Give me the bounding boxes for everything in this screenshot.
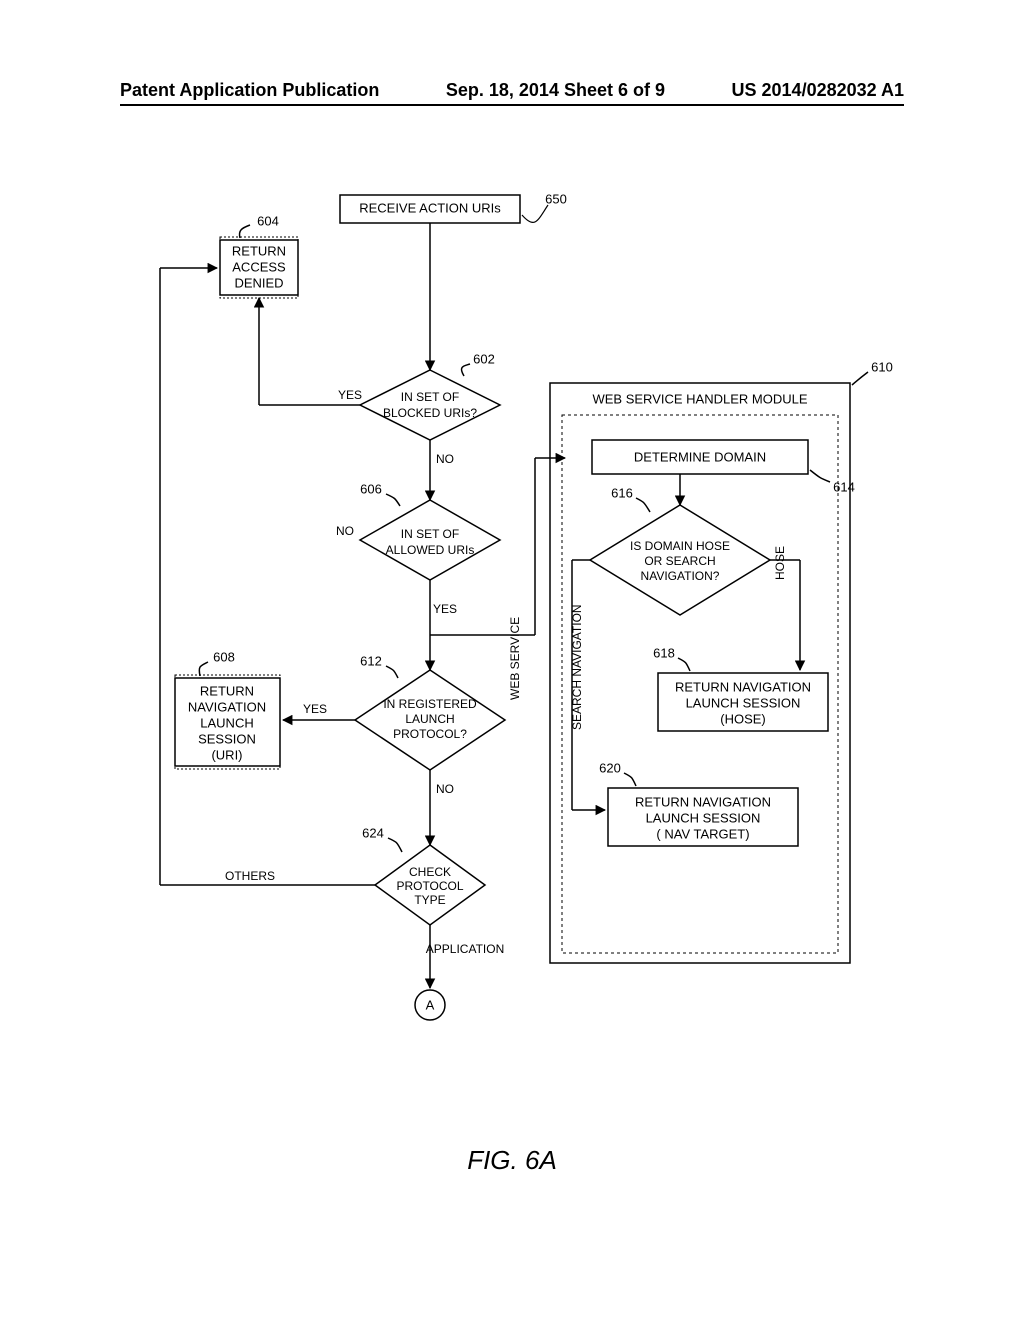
page: Patent Application Publication Sep. 18, …: [0, 0, 1024, 1320]
dec-602-l1: IN SET OF: [401, 390, 459, 404]
dec-624-l2: PROTOCOL: [396, 879, 463, 893]
box-620-l3: ( NAV TARGET): [656, 826, 749, 841]
box-610-text: WEB SERVICE HANDLER MODULE: [592, 391, 807, 406]
label-608: 608: [213, 649, 235, 664]
dec-616-l2: OR SEARCH: [644, 554, 715, 568]
label-624: 624: [362, 825, 384, 840]
box-604-l2: ACCESS: [232, 259, 286, 274]
label-620: 620: [599, 760, 621, 775]
branch-602-no: NO: [436, 452, 454, 466]
label-606: 606: [360, 481, 382, 496]
label-604: 604: [257, 213, 279, 228]
header-center: Sep. 18, 2014 Sheet 6 of 9: [446, 80, 665, 101]
header-left: Patent Application Publication: [120, 80, 379, 101]
header-right: US 2014/0282032 A1: [732, 80, 904, 101]
connector-a-text: A: [426, 997, 435, 1012]
dec-602-l2: BLOCKED URIs?: [383, 406, 477, 420]
dec-616-l1: IS DOMAIN HOSE: [630, 539, 730, 553]
label-650: 650: [545, 191, 567, 206]
label-610: 610: [871, 359, 893, 374]
branch-602-yes: YES: [338, 388, 362, 402]
box-618-l1: RETURN NAVIGATION: [675, 679, 811, 694]
branch-612-no: NO: [436, 782, 454, 796]
dec-612-l2: LAUNCH: [405, 712, 454, 726]
branch-606-no: NO: [336, 524, 354, 538]
box-604-l1: RETURN: [232, 243, 286, 258]
header-underline: [120, 104, 904, 106]
dec-612-l3: PROTOCOL?: [393, 727, 467, 741]
box-608-l1: RETURN: [200, 683, 254, 698]
label-612: 612: [360, 653, 382, 668]
flowchart-diagram: RECEIVE ACTION URIs 650 RETURN ACCESS DE…: [120, 180, 904, 1160]
box-614-text: DETERMINE DOMAIN: [634, 449, 766, 464]
box-618-l3: (HOSE): [720, 711, 766, 726]
dec-602: [360, 370, 500, 440]
box-620-l2: LAUNCH SESSION: [646, 810, 761, 825]
box-608-l3: LAUNCH: [200, 715, 253, 730]
box-618-l2: LAUNCH SESSION: [686, 695, 801, 710]
branch-web-service: WEB SERVICE: [508, 617, 522, 700]
label-618: 618: [653, 645, 675, 660]
dec-624-l1: CHECK: [409, 865, 451, 879]
branch-612-yes: YES: [303, 702, 327, 716]
label-602: 602: [473, 351, 495, 366]
dec-616-l3: NAVIGATION?: [641, 569, 720, 583]
dec-606-l1: IN SET OF: [401, 527, 459, 541]
box-608-l5: (URI): [211, 747, 242, 762]
branch-624-others: OTHERS: [225, 869, 275, 883]
box-608-l2: NAVIGATION: [188, 699, 266, 714]
header: Patent Application Publication Sep. 18, …: [0, 80, 1024, 101]
box-604-l3: DENIED: [234, 275, 283, 290]
box-620-l1: RETURN NAVIGATION: [635, 794, 771, 809]
branch-624-application: APPLICATION: [426, 942, 504, 956]
box-608-l4: SESSION: [198, 731, 256, 746]
dec-612-l1: IN REGISTERED: [383, 697, 477, 711]
box-650-text: RECEIVE ACTION URIs: [359, 200, 501, 215]
label-614: 614: [833, 479, 855, 494]
branch-616-hose: HOSE: [773, 546, 787, 580]
dec-606-l2: ALLOWED URIs: [386, 543, 475, 557]
branch-606-yes: YES: [433, 602, 457, 616]
figure-label: FIG. 6A: [0, 1145, 1024, 1176]
label-616: 616: [611, 485, 633, 500]
dec-624-l3: TYPE: [414, 893, 445, 907]
